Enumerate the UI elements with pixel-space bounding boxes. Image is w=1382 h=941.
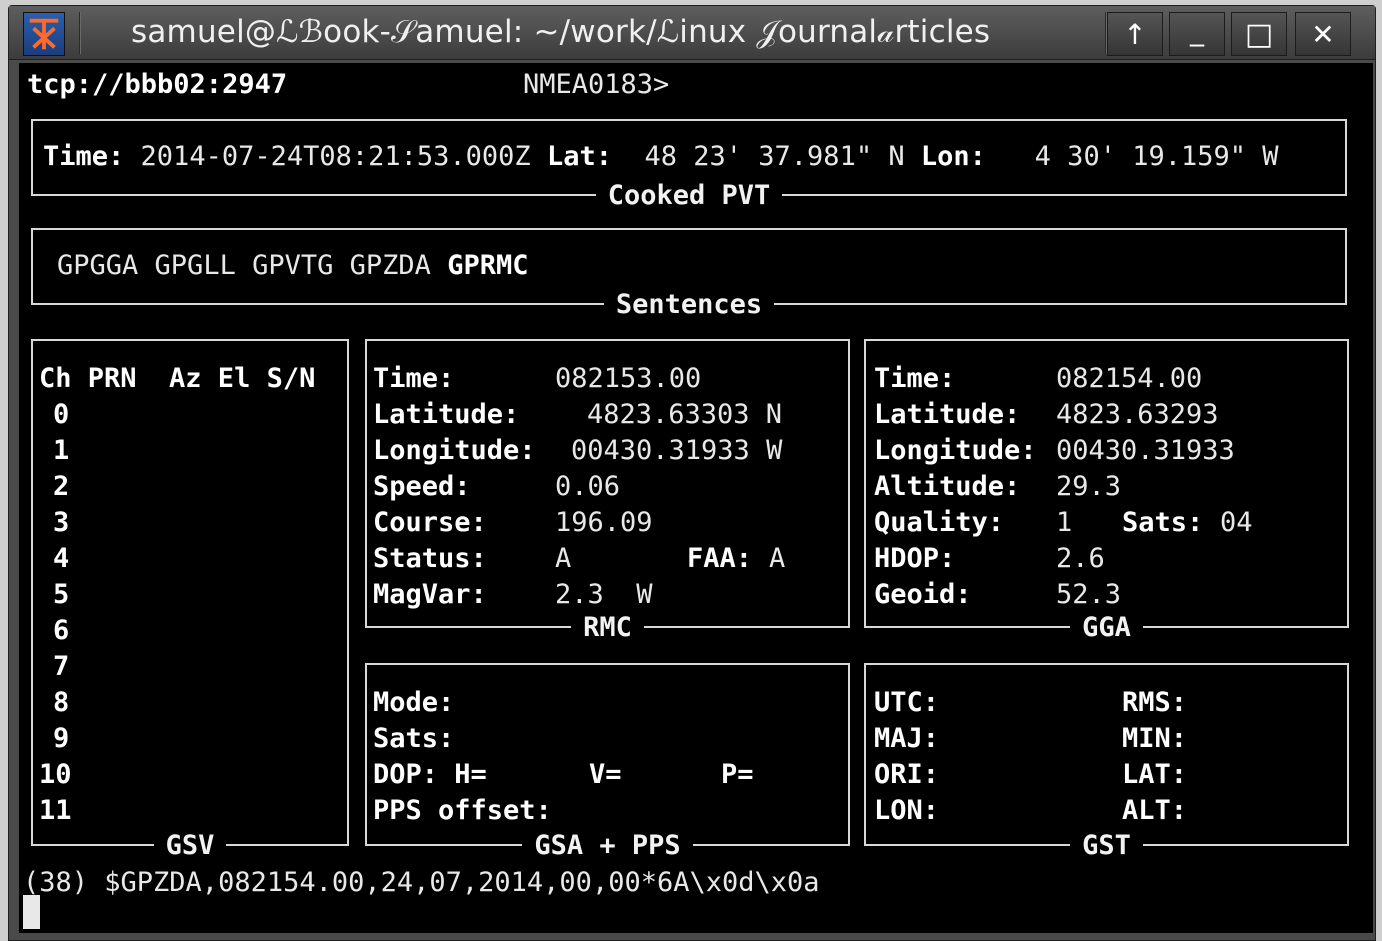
gst-ori-label: ORI: [874, 759, 940, 790]
rmc-course-label: Course: [373, 507, 487, 538]
gst-utc-label: UTC: [874, 687, 940, 718]
rmc-magvar-value: 2.3 W [555, 579, 653, 610]
gsv-channel: 10 [39, 759, 72, 790]
close-button[interactable]: ✕ [1295, 12, 1351, 56]
host-address: tcp://bbb02:2947 [27, 69, 288, 100]
sentence-item: GPGGA [57, 250, 139, 281]
gsv-header: Ch PRN Az El S/N [39, 363, 316, 394]
gsa-pps-title: GSA + PPS [367, 829, 848, 863]
terminal-cursor[interactable] [23, 895, 40, 929]
rmc-faa-value: A [769, 543, 786, 574]
sentences-panel: GPGGA GPGLL GPVTG GPZDA GPRMC Sentences [31, 228, 1347, 320]
gga-hdop-label: HDOP: [874, 543, 956, 574]
pps-offset-label: PPS offset: [373, 795, 552, 826]
gst-panel: UTC: RMS: MAJ: MIN: ORI: LAT: LON: ALT: … [864, 663, 1349, 861]
gst-alt-label: ALT: [1122, 795, 1188, 826]
rmc-speed-value: 0.06 [555, 471, 621, 502]
rmc-faa-label: FAA: [687, 543, 753, 574]
rmc-time-label: Time: [373, 363, 455, 394]
gsv-channel: 6 [53, 615, 70, 646]
title-separator [1105, 12, 1106, 54]
rmc-panel: Time: 082153.00 Latitude: 4823.63303 N L… [365, 339, 850, 643]
gst-maj-label: MAJ: [874, 723, 940, 754]
gsa-pps-panel: Mode: Sats: DOP: H= V= P= PPS offset: GS… [365, 663, 850, 861]
gst-rms-label: RMS: [1122, 687, 1188, 718]
gsv-title: GSV [33, 829, 347, 863]
close-icon: ✕ [1311, 18, 1335, 51]
gga-time-value: 082154.00 [1056, 363, 1203, 394]
maximize-button[interactable]: □ [1231, 12, 1287, 56]
terminal-window: samuel@ℒℬook-𝒮amuel: ~/work/ℒinux 𝒥ourna… [8, 5, 1376, 941]
rmc-time-value: 082153.00 [555, 363, 702, 394]
gga-sats-label: Sats: [1122, 507, 1204, 538]
gga-altitude-label: Altitude: [874, 471, 1021, 502]
gsv-channel: 1 [53, 435, 70, 466]
gsv-panel: Ch PRN Az El S/N 0 1 2 3 4 5 6 7 8 9 10 … [31, 339, 349, 861]
shade-up-button[interactable]: ↑ [1107, 12, 1163, 56]
gsa-mode-label: Mode: [373, 687, 455, 718]
gsa-dop-h-label: DOP: H= [373, 759, 487, 790]
rmc-title: RMC [367, 611, 848, 645]
title-bar[interactable]: samuel@ℒℬook-𝒮amuel: ~/work/ℒinux 𝒥ourna… [9, 6, 1375, 60]
gga-longitude-value: 00430.31933 [1056, 435, 1235, 466]
arrow-up-icon: ↑ [1123, 18, 1147, 51]
sentence-item-active: GPRMC [447, 250, 529, 281]
rmc-latitude-value: 4823.63303 N [587, 399, 783, 430]
cooked-pvt-title: Cooked PVT [33, 179, 1345, 213]
cooked-pvt-line: Time: 2014-07-24T08:21:53.000Z Lat: 48 2… [43, 141, 1279, 172]
gsv-channel: 4 [53, 543, 70, 574]
sentence-item: GPZDA [349, 250, 431, 281]
gsa-dop-p-label: P= [721, 759, 754, 790]
terminal-screen[interactable]: tcp://bbb02:2947 NMEA0183> Time: 2014-07… [19, 63, 1373, 933]
sentence-item: GPVTG [252, 250, 334, 281]
rmc-speed-label: Speed: [373, 471, 471, 502]
gsv-channel: 9 [53, 723, 70, 754]
gga-geoid-value: 52.3 [1056, 579, 1122, 610]
raw-sentence-log: (38) $GPZDA,082154.00,24,07,2014,00,00*6… [23, 867, 820, 898]
gst-min-label: MIN: [1122, 723, 1188, 754]
gsv-channel: 5 [53, 579, 70, 610]
sentence-item: GPGLL [154, 250, 236, 281]
rmc-magvar-label: MagVar: [373, 579, 487, 610]
gsv-channel: 11 [39, 795, 72, 826]
gsv-channel: 2 [53, 471, 70, 502]
title-separator [79, 12, 80, 54]
gga-quality-label: Quality: [874, 507, 1005, 538]
gga-hdop-value: 2.6 [1056, 543, 1105, 574]
gga-latitude-value: 4823.63293 [1056, 399, 1219, 430]
sentence-list: GPGGA GPGLL GPVTG GPZDA GPRMC [57, 248, 528, 284]
gst-title: GST [866, 829, 1347, 863]
gsv-channel: 0 [53, 399, 70, 430]
gsa-dop-v-label: V= [589, 759, 622, 790]
gga-geoid-label: Geoid: [874, 579, 972, 610]
gst-lat-label: LAT: [1122, 759, 1188, 790]
maximize-icon: □ [1244, 17, 1274, 52]
window-title: samuel@ℒℬook-𝒮amuel: ~/work/ℒinux 𝒥ourna… [131, 14, 991, 50]
minimize-button[interactable]: _ [1169, 12, 1225, 56]
gga-quality-value: 1 [1056, 507, 1073, 538]
minimize-icon: _ [1190, 14, 1204, 47]
gga-time-label: Time: [874, 363, 956, 394]
rmc-status-value: A [555, 543, 572, 574]
gga-title: GGA [866, 611, 1347, 645]
gga-altitude-value: 29.3 [1056, 471, 1122, 502]
rmc-status-label: Status: [373, 543, 487, 574]
sentences-title: Sentences [33, 288, 1345, 322]
gsv-channel: 7 [53, 651, 70, 682]
xterm-app-icon[interactable] [23, 12, 65, 56]
gga-sats-value: 04 [1220, 507, 1253, 538]
gsv-channel: 3 [53, 507, 70, 538]
rmc-longitude-value: 00430.31933 W [571, 435, 783, 466]
rmc-course-value: 196.09 [555, 507, 653, 538]
gga-latitude-label: Latitude: [874, 399, 1021, 430]
gga-longitude-label: Longitude: [874, 435, 1037, 466]
gga-panel: Time: 082154.00 Latitude: 4823.63293 Lon… [864, 339, 1349, 643]
gst-lon-label: LON: [874, 795, 940, 826]
mode-prompt: NMEA0183> [523, 69, 670, 100]
gsv-channel: 8 [53, 687, 70, 718]
gsa-sats-label: Sats: [373, 723, 455, 754]
rmc-longitude-label: Longitude: [373, 435, 536, 466]
cooked-pvt-panel: Time: 2014-07-24T08:21:53.000Z Lat: 48 2… [31, 119, 1347, 211]
rmc-latitude-label: Latitude: [373, 399, 520, 430]
